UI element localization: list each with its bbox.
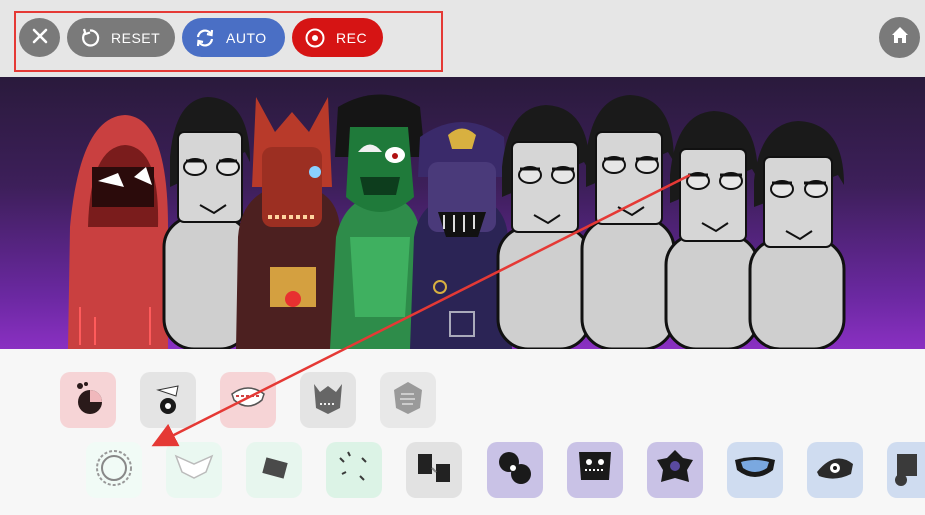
white-wings-icon: [170, 444, 218, 497]
auto-label: AUTO: [226, 29, 267, 46]
slot-gray-shield[interactable]: [380, 372, 436, 428]
character-gray-2[interactable]: [496, 105, 592, 349]
red-effects-icon: [68, 378, 108, 423]
character-gray-5[interactable]: [748, 121, 846, 349]
slot-black-figure[interactable]: [406, 442, 462, 498]
blue-cannon-icon: [887, 444, 925, 497]
gray-mask-icon: [308, 378, 348, 423]
home-icon: [889, 24, 911, 51]
auto-icon: [194, 27, 216, 49]
red-mask-icon: [228, 378, 268, 423]
slot-purple-creature[interactable]: [487, 442, 543, 498]
slot-dark-block[interactable]: [246, 442, 302, 498]
character-gray-4[interactable]: [664, 111, 760, 349]
slot-gray-effects[interactable]: [140, 372, 196, 428]
slot-green-dots[interactable]: [326, 442, 382, 498]
record-icon: [304, 27, 326, 49]
character-red-hooded[interactable]: [68, 115, 168, 349]
blue-visor-icon: [731, 444, 779, 497]
gray-shield-icon: [388, 378, 428, 423]
blue-eye-icon: [811, 444, 859, 497]
character-gray-3[interactable]: [580, 95, 676, 349]
slot-white-wings[interactable]: [166, 442, 222, 498]
reset-icon: [79, 27, 101, 49]
close-button[interactable]: [19, 18, 60, 57]
slot-blue-eye[interactable]: [807, 442, 863, 498]
purple-face-icon: [571, 444, 619, 497]
reset-button[interactable]: RESET: [67, 18, 175, 57]
slot-red-mask[interactable]: [220, 372, 276, 428]
rec-button[interactable]: REC: [292, 18, 383, 57]
auto-button[interactable]: AUTO: [182, 18, 285, 57]
slot-blue-cannon[interactable]: [887, 442, 925, 498]
slot-sun-ring[interactable]: [86, 442, 142, 498]
purple-creature-icon: [491, 444, 539, 497]
slot-purple-flower[interactable]: [647, 442, 703, 498]
sun-ring-icon: [90, 444, 138, 497]
close-icon: [30, 26, 50, 49]
gray-effects-icon: [148, 378, 188, 423]
home-button[interactable]: [879, 17, 920, 58]
slot-gray-mask[interactable]: [300, 372, 356, 428]
reset-label: RESET: [111, 29, 161, 46]
slot-blue-visor[interactable]: [727, 442, 783, 498]
black-figure-icon: [410, 444, 458, 497]
slot-red-effects[interactable]: [60, 372, 116, 428]
purple-flower-icon: [651, 444, 699, 497]
rec-label: REC: [336, 29, 368, 46]
green-dots-icon: [330, 444, 378, 497]
character-stage: [0, 77, 925, 349]
dark-block-icon: [250, 444, 298, 497]
character-red-demon[interactable]: [236, 97, 342, 349]
top-toolbar: RESET AUTO REC: [0, 0, 925, 77]
slot-purple-face[interactable]: [567, 442, 623, 498]
sound-icon-tray: [0, 349, 925, 515]
